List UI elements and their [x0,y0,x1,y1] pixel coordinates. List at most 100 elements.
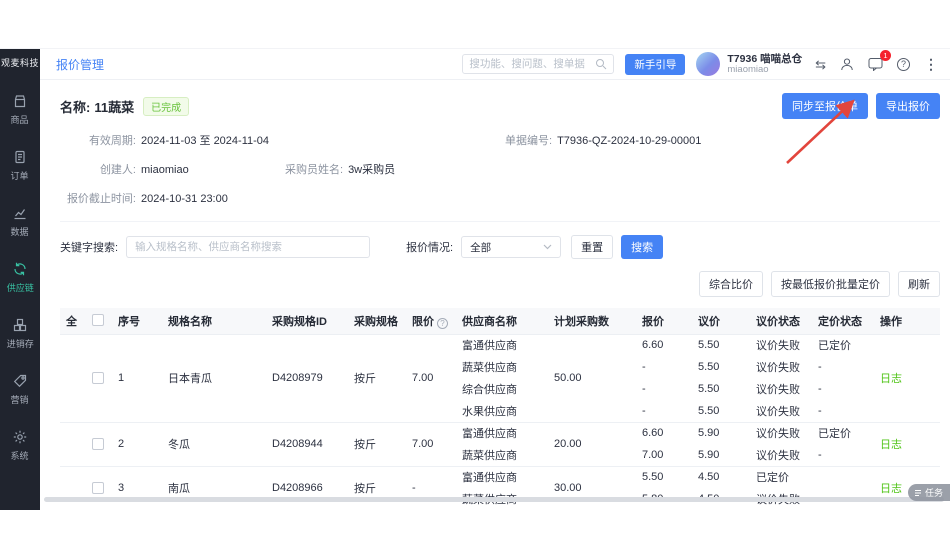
global-search [462,54,614,74]
cell-price-status: 已定价 [812,422,874,444]
sidebar-item-data[interactable]: 数据 [6,205,35,238]
log-link[interactable]: 日志 [880,373,902,385]
message-badge: 1 [880,50,891,61]
cell-nego-status: 议价失败 [750,378,812,400]
sidebar-item-system[interactable]: 系统 [6,429,35,462]
cell-quote: - [636,356,692,378]
cell-spec-id: D4208944 [266,422,348,466]
app-logo: 观麦科技 [1,49,39,69]
cell-checkbox [86,422,112,466]
horizontal-scrollbar[interactable] [44,497,944,502]
cell-spec-id: D4208966 [266,466,348,510]
cell-price-status: - [812,400,874,422]
sidebar-item-supply-chain[interactable]: 供应链 [6,261,35,294]
gear-icon [12,429,28,445]
sidebar: 观麦科技 商品 订单 数据 [0,49,40,510]
header-spec-name: 规格名称 [162,308,266,334]
cell-quote: 5.50 [636,466,692,488]
cell-checkbox [86,334,112,422]
cell-limit-price: - [406,466,456,510]
sidebar-item-label: 数据 [11,224,29,237]
cell-nego: 5.50 [692,356,750,378]
sidebar-item-label: 营销 [11,392,29,405]
cell-supplier: 综合供应商 [456,378,548,400]
field-valid-period: 有效周期:2024-11-03 至 2024-11-04 [60,132,505,148]
sidebar-nav: 商品 订单 数据 供应 [6,93,35,462]
guide-button[interactable]: 新手引导 [625,54,685,75]
cell-nego: 5.90 [692,444,750,466]
goods-icon [12,93,28,109]
export-quote-button[interactable]: 导出报价 [876,93,940,119]
chart-icon [12,205,28,221]
cell-expand [60,466,86,510]
sidebar-item-label: 供应链 [6,280,33,293]
sidebar-item-inventory[interactable]: 进销存 [6,317,35,350]
cell-nego: 5.50 [692,400,750,422]
row-checkbox[interactable] [92,372,104,384]
quote-status-select[interactable]: 全部 [461,236,561,258]
reset-button[interactable]: 重置 [571,235,613,259]
search-input[interactable] [469,58,591,70]
cell-expand [60,334,86,422]
select-value: 全部 [470,240,491,255]
sidebar-item-label: 系统 [11,448,29,461]
row-checkbox[interactable] [92,438,104,450]
chevron-down-icon [543,241,552,253]
sync-quote-button[interactable]: 同步至报价单 [782,93,868,119]
compare-button[interactable]: 综合比价 [699,271,763,297]
cell-checkbox [86,466,112,510]
info-row: 有效周期:2024-11-03 至 2024-11-04 单据编号:T7936-… [60,132,940,148]
cell-nego: 5.50 [692,378,750,400]
cell-supplier: 蔬菜供应商 [456,444,548,466]
sidebar-item-goods[interactable]: 商品 [6,93,35,126]
select-all-checkbox[interactable] [92,314,104,326]
cell-plan-qty: 30.00 [548,466,636,510]
contacts-icon[interactable] [840,57,854,71]
main-content: 名称: 11蔬菜 已完成 同步至报价单 导出报价 有效周期:2024-11-03… [40,80,950,510]
search-icon[interactable] [595,58,607,70]
cell-supplier: 蔬菜供应商 [456,356,548,378]
cell-price-status: - [812,378,874,400]
cell-quote: 6.60 [636,334,692,356]
refresh-button[interactable]: 刷新 [898,271,940,297]
cell-nego-status: 已定价 [750,466,812,488]
sheet-name-label: 名称: [60,97,90,116]
cell-supplier: 富通供应商 [456,422,548,444]
message-icon[interactable]: 1 [868,57,883,71]
cell-quote: 7.00 [636,444,692,466]
cell-price-status [812,466,874,488]
header-checkbox [86,308,112,334]
info-icon[interactable]: ? [437,318,448,329]
avatar[interactable] [696,52,720,76]
help-icon[interactable]: ? [897,58,910,71]
cell-purchase-spec: 按斤 [348,334,406,422]
keyword-input[interactable] [126,236,370,258]
search-button[interactable]: 搜索 [621,235,663,259]
cell-limit-price: 7.00 [406,422,456,466]
cell-quote: - [636,378,692,400]
orders-icon [12,149,28,165]
header-nego-status: 议价状态 [750,308,812,334]
page-tab-label[interactable]: 报价管理 [56,56,104,73]
cell-purchase-spec: 按斤 [348,466,406,510]
quote-table: 全 序号 规格名称 采购规格ID 采购规格 限价? 供应商名称 计划采购数 报价… [60,308,940,510]
cell-action: 日志 [874,334,940,422]
filter-row: 关键字搜索: 报价情况: 全部 重置 搜索 [60,221,940,259]
sidebar-item-marketing[interactable]: 营销 [6,373,35,406]
task-tab[interactable]: 任务 [908,484,950,501]
cell-purchase-spec: 按斤 [348,422,406,466]
row-checkbox[interactable] [92,482,104,494]
batch-price-button[interactable]: 按最低报价批量定价 [771,271,890,297]
log-link[interactable]: 日志 [880,439,902,451]
field-doc-number: 单据编号:T7936-QZ-2024-10-29-00001 [505,132,701,148]
header-limit-price: 限价? [406,308,456,334]
log-link[interactable]: 日志 [880,483,902,495]
cell-quote: 6.60 [636,422,692,444]
sidebar-item-label: 商品 [11,112,29,125]
more-icon[interactable]: ⋮ [924,57,938,71]
header-purchase-spec: 采购规格 [348,308,406,334]
table-row: 2 冬瓜 D4208944 按斤 7.00 富通供应商 20.00 6.60 5… [60,422,940,444]
table-header-row: 全 序号 规格名称 采购规格ID 采购规格 限价? 供应商名称 计划采购数 报价… [60,308,940,334]
switch-icon[interactable]: ⇆ [815,58,826,71]
sidebar-item-orders[interactable]: 订单 [6,149,35,182]
